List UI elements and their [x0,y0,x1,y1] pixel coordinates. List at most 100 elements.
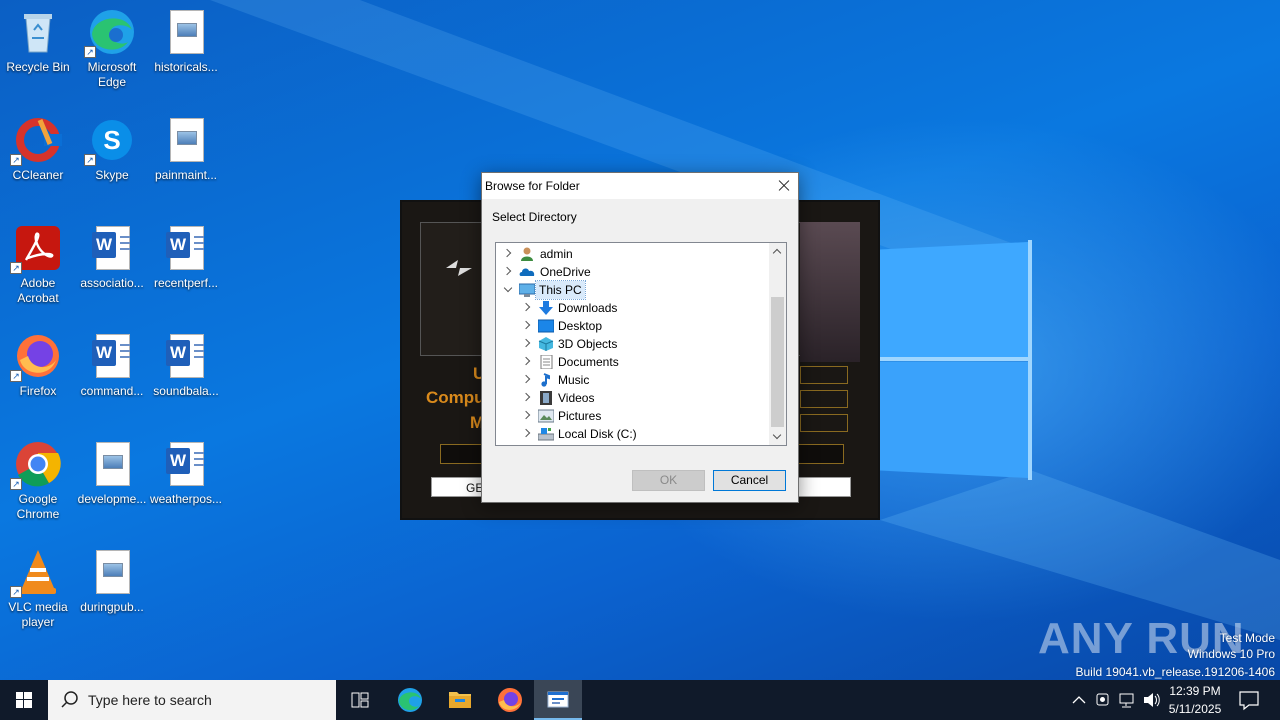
chevron-right-icon[interactable] [521,302,533,314]
shortcut-arrow-icon: ↗ [10,154,22,166]
scrollbar-thumb[interactable] [771,297,784,427]
desktop-icon-firefox[interactable]: ↗ Firefox [0,332,76,399]
taskbar-search-box[interactable]: Type here to search [48,680,336,720]
app-field[interactable] [800,366,848,384]
chevron-right-icon[interactable] [521,338,533,350]
app-window-icon [547,691,569,708]
browse-for-folder-dialog[interactable]: Browse for Folder Select Directory admin… [481,172,799,503]
pictures-icon [537,409,555,423]
desktop-icon-word-doc[interactable]: W soundbala... [148,332,224,399]
cancel-button[interactable]: Cancel [713,470,786,491]
edge-icon: ↗ [84,8,136,58]
acrobat-icon: ↗ [10,224,62,274]
chevron-right-icon[interactable] [502,248,514,260]
volume-button[interactable] [1140,680,1162,720]
svg-text:S: S [103,125,120,155]
close-icon[interactable] [768,173,798,199]
windows-logo-icon [16,692,32,708]
desktop-icon-word-doc[interactable]: W associatio... [74,224,150,291]
tree-item-music[interactable]: Music [496,371,770,389]
app-field[interactable] [800,390,848,408]
word-doc-icon: W [162,332,210,380]
taskbar-firefox-button[interactable] [486,680,534,720]
folder-tree[interactable]: admin OneDrive This PC Downloads Desktop… [495,242,787,446]
ok-button[interactable]: OK [632,470,705,491]
desktop-icon-word-doc[interactable]: W recentperf... [148,224,224,291]
chevron-right-icon[interactable] [521,356,533,368]
watermark-build: Build 19041.vb_release.191206-1406 [1075,665,1276,679]
chrome-icon: ↗ [10,440,62,490]
desktop-icon-skype[interactable]: S ↗ Skype [74,116,150,183]
skype-icon: S ↗ [84,116,136,166]
dialog-titlebar[interactable]: Browse for Folder [482,173,798,199]
desktop-icon-ccleaner[interactable]: ↗ CCleaner [0,116,76,183]
shortcut-arrow-icon: ↗ [10,370,22,382]
recycle-bin-icon [14,8,62,56]
3d-objects-icon [538,337,554,351]
shortcut-arrow-icon: ↗ [10,586,22,598]
desktop-icon-vlc[interactable]: ↗ VLC media player [0,548,76,630]
chevron-right-icon[interactable] [521,320,533,332]
chevron-right-icon[interactable] [521,374,533,386]
desktop-icon-google-chrome[interactable]: ↗ Google Chrome [0,440,76,522]
word-doc-icon: W [162,440,210,488]
desktop-icon-word-doc[interactable]: W weatherpos... [148,440,224,507]
tray-device-icon [1096,693,1109,706]
dialog-subtitle: Select Directory [492,210,577,224]
firefox-icon: ↗ [10,332,62,382]
vlc-icon: ↗ [10,548,62,598]
word-doc-icon: W [88,332,136,380]
taskbar-active-app-button[interactable] [534,680,582,720]
music-icon [538,373,554,387]
desktop-icon-image-file[interactable]: duringpub... [74,548,150,615]
scroll-down-icon[interactable] [769,428,786,445]
tree-item-3d-objects[interactable]: 3D Objects [496,335,770,353]
desktop-icon-microsoft-edge[interactable]: ↗ Microsoft Edge [74,8,150,90]
desktop: Recycle Bin ↗ CCleaner ↗ Adobe Acrobat ↗… [0,0,1280,680]
desktop-icon-adobe-acrobat[interactable]: ↗ Adobe Acrobat [0,224,76,306]
search-icon [61,691,78,708]
taskbar-edge-button[interactable] [386,680,434,720]
desktop-icon-word-doc[interactable]: W command... [74,332,150,399]
app-logo-icon [444,256,474,280]
chevron-right-icon[interactable] [521,428,533,440]
taskbar-file-explorer-button[interactable] [436,680,484,720]
tree-item-videos[interactable]: Videos [496,389,770,407]
tray-app-icon-button[interactable] [1092,680,1114,720]
this-pc-icon [518,283,536,297]
image-file-icon [162,8,210,56]
tree-item-this-pc[interactable]: This PC [496,280,770,300]
tree-item-onedrive[interactable]: OneDrive [496,263,770,281]
show-hidden-icons-button[interactable] [1068,680,1090,720]
desktop-icon-image-file[interactable]: painmaint... [148,116,224,183]
tree-item-desktop[interactable]: Desktop [496,317,770,335]
notifications-button[interactable] [1232,680,1266,720]
notification-icon [1239,691,1259,711]
desktop-icon-image-file[interactable]: historicals... [148,8,224,75]
chevron-up-icon [1072,696,1086,704]
chevron-down-icon[interactable] [502,284,514,296]
desktop-icon-image-file[interactable]: developme... [74,440,150,507]
desktop-icon-recycle-bin[interactable]: Recycle Bin [0,8,76,75]
network-icon [1119,693,1134,708]
tree-item-admin[interactable]: admin [496,245,770,263]
tree-scrollbar[interactable] [769,243,786,445]
tree-item-downloads[interactable]: Downloads [496,299,770,317]
tree-item-pictures[interactable]: Pictures [496,407,770,425]
task-view-button[interactable] [336,680,384,720]
shortcut-arrow-icon: ↗ [84,46,96,58]
scroll-up-icon[interactable] [769,243,786,260]
tree-item-local-disk[interactable]: Local Disk (C:) [496,425,770,443]
word-doc-icon: W [162,224,210,272]
chevron-right-icon[interactable] [521,410,533,422]
clock-date[interactable]: 5/11/2025 [1164,702,1226,716]
chevron-right-icon[interactable] [502,266,514,278]
chevron-right-icon[interactable] [521,392,533,404]
app-field[interactable] [800,414,848,432]
network-button[interactable] [1116,680,1138,720]
desktop-folder-icon [537,319,555,333]
tree-item-documents[interactable]: Documents [496,353,770,371]
videos-icon [538,391,554,405]
start-button[interactable] [0,680,48,720]
clock-time[interactable]: 12:39 PM [1164,684,1226,698]
